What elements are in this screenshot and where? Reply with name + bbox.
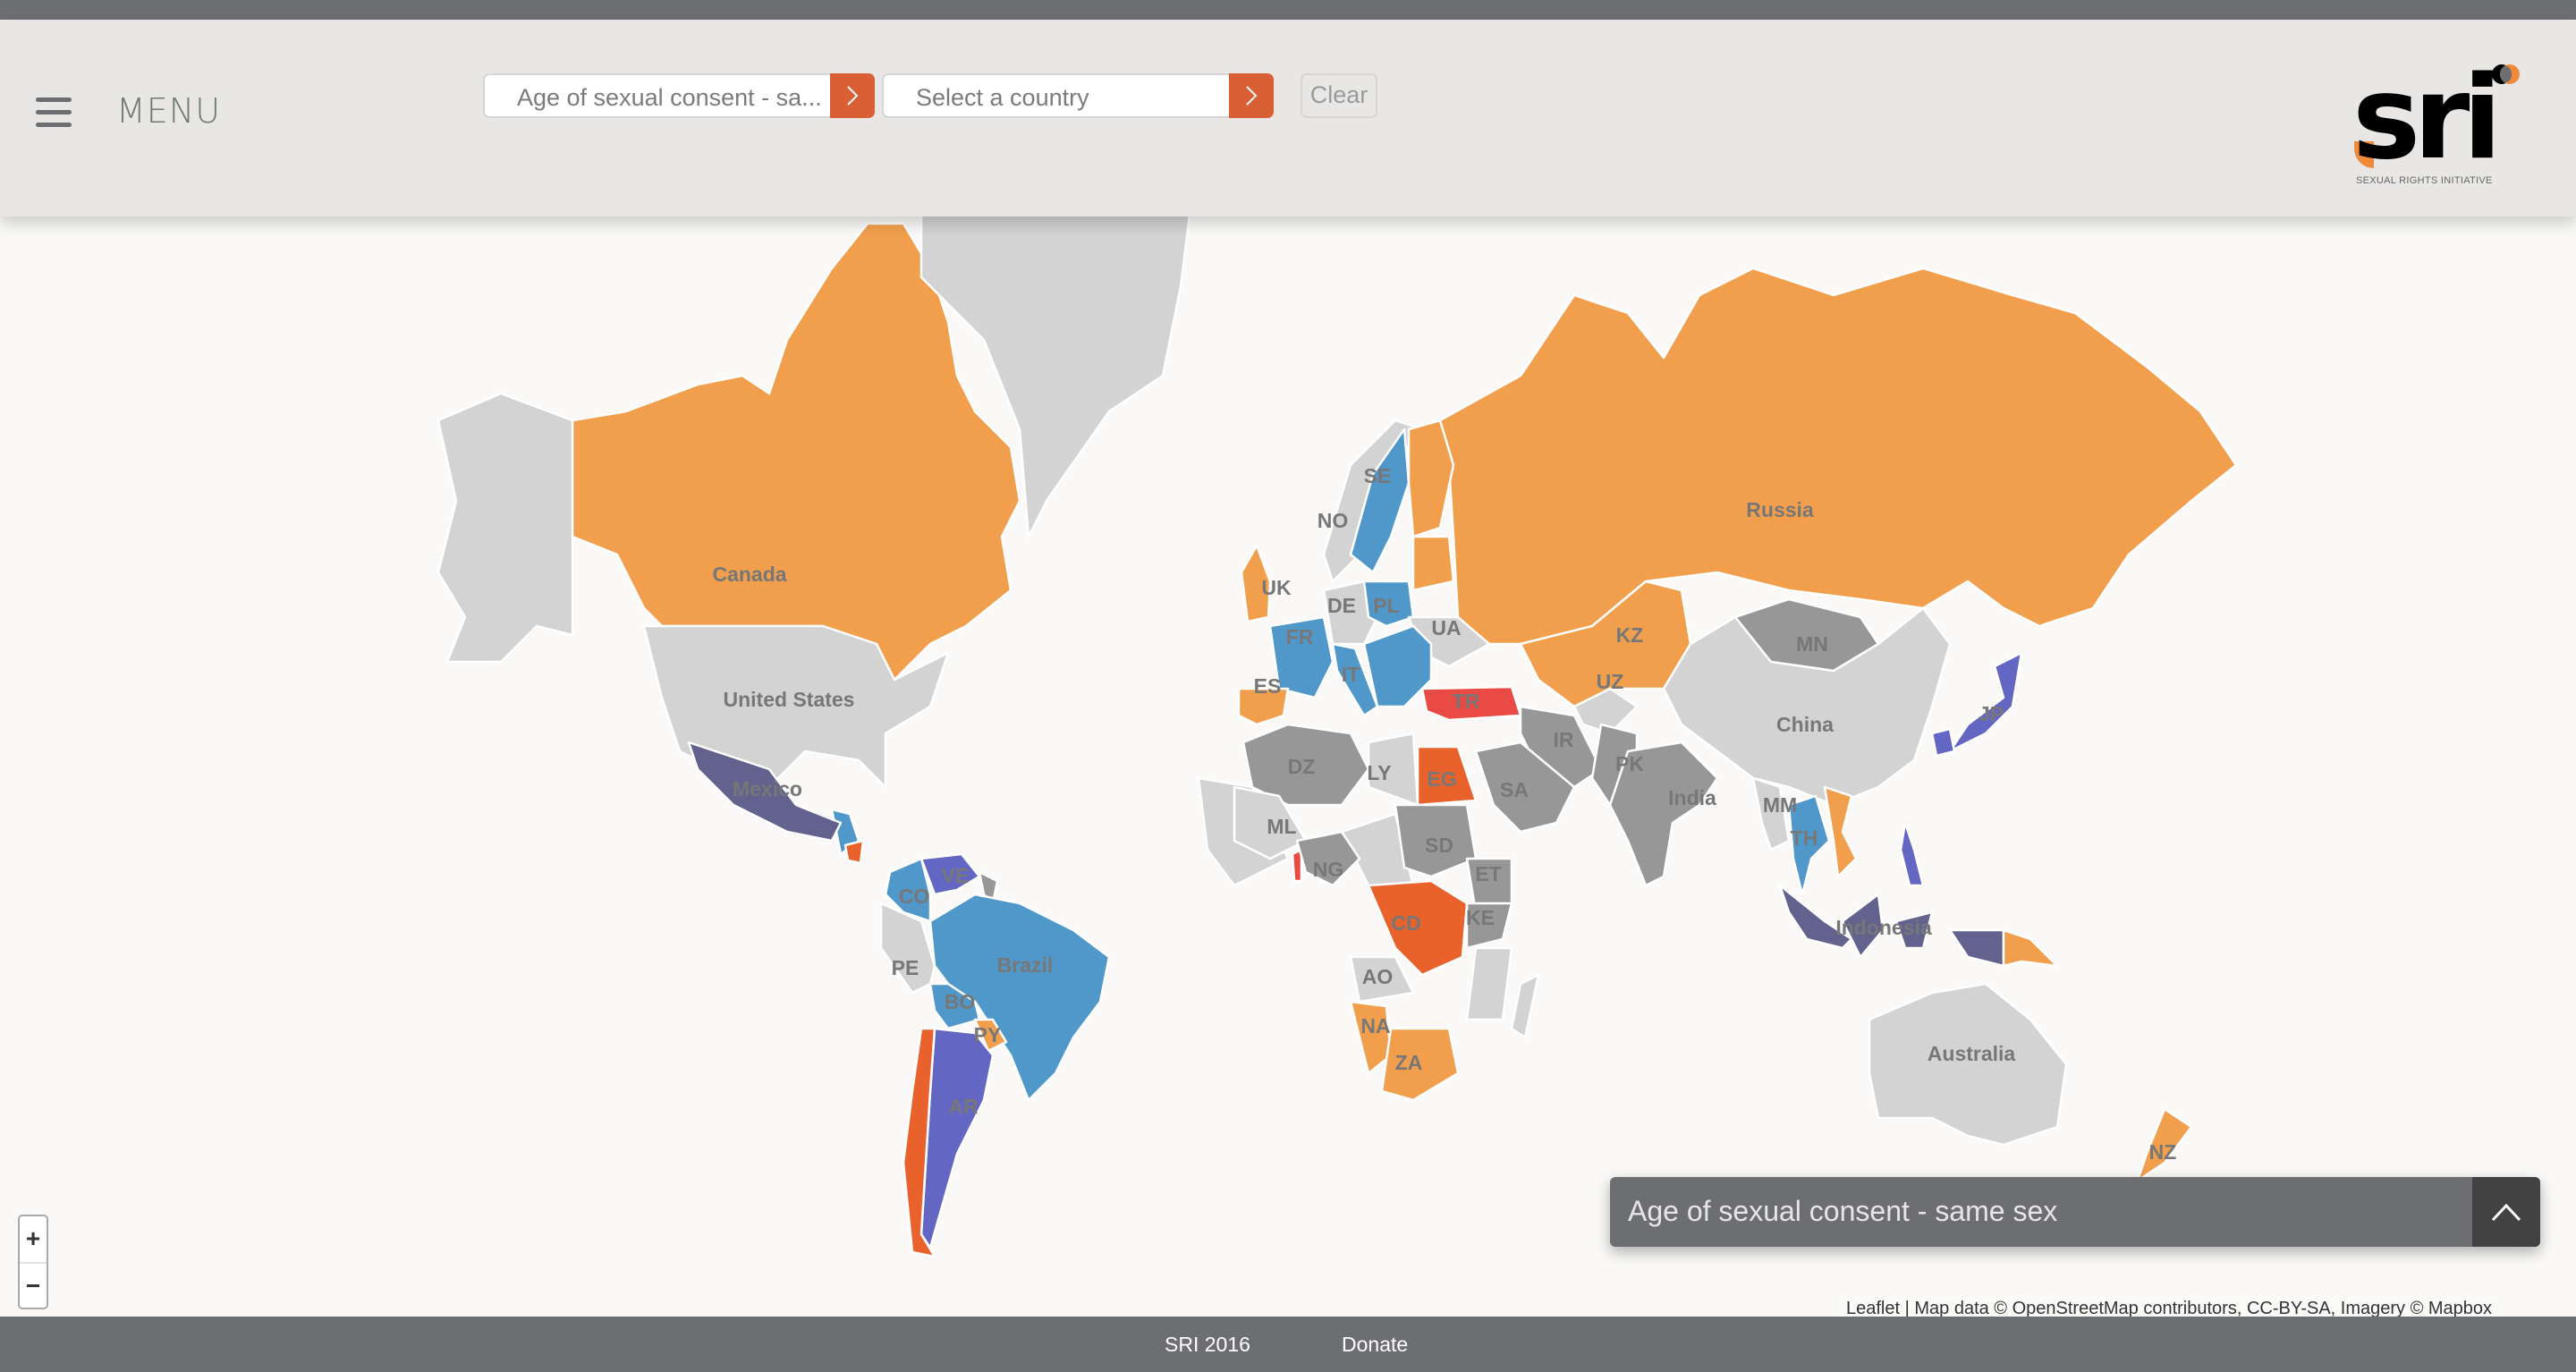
country-label: PL xyxy=(1373,594,1399,617)
country-label: JP xyxy=(1979,702,2004,725)
country-label: Canada xyxy=(712,563,786,586)
country-label: ZA xyxy=(1395,1051,1423,1074)
country-label: VE xyxy=(942,864,970,887)
country-label: EG xyxy=(1427,767,1456,791)
country-label: BO xyxy=(945,990,976,1013)
logo-wordmark: sri xyxy=(2352,52,2502,185)
country-label: Russia xyxy=(1746,498,1814,521)
zoom-control: + − xyxy=(18,1215,48,1309)
country-label: NZ xyxy=(2149,1140,2177,1164)
country-label: UZ xyxy=(1597,670,1624,693)
country-namibia[interactable] xyxy=(1349,1000,1393,1075)
country-label: CD xyxy=(1391,911,1420,935)
country-label: SD xyxy=(1425,834,1453,857)
country-label: SA xyxy=(1500,778,1529,801)
country-label: Indonesia xyxy=(1835,916,1932,939)
country-nicaragua[interactable] xyxy=(843,839,865,865)
topic-select[interactable]: Age of sexual consent - sa... xyxy=(483,73,875,118)
footer: SRI 2016 Donate xyxy=(0,1317,2576,1372)
country-label: ES xyxy=(1254,674,1282,698)
country-label: TH xyxy=(1791,826,1818,850)
country-label: PY xyxy=(974,1023,1002,1046)
country-label: NA xyxy=(1360,1014,1390,1037)
header: MENU Age of sexual consent - sa... Selec… xyxy=(0,20,2576,216)
country-label: India xyxy=(1668,786,1716,809)
country-balkans[interactable] xyxy=(1362,624,1433,708)
country-go-button[interactable] xyxy=(1229,73,1274,118)
country-png[interactable] xyxy=(2002,928,2059,968)
country-select-placeholder: Select a country xyxy=(916,84,1089,111)
country-papua[interactable] xyxy=(1948,928,2005,968)
country-label: DE xyxy=(1327,594,1356,617)
map-attribution[interactable]: Leaflet | Map data © OpenStreetMap contr… xyxy=(1841,1295,2498,1318)
country-label: Australia xyxy=(1928,1042,2016,1065)
country-label: AO xyxy=(1362,965,1394,988)
logo-dot xyxy=(2500,66,2512,82)
country-korea[interactable] xyxy=(1930,727,1956,758)
country-label: United States xyxy=(724,688,855,711)
hamburger-menu-icon[interactable] xyxy=(36,97,72,127)
country-finland-baltic[interactable] xyxy=(1411,535,1455,592)
country-label: KE xyxy=(1466,906,1495,929)
country-madagascar[interactable] xyxy=(1510,973,1540,1039)
country-label: UA xyxy=(1431,616,1461,639)
country-label: Brazil xyxy=(997,953,1054,977)
logo-tagline: SEXUAL RIGHTS INITIATIVE xyxy=(2356,175,2493,186)
country-label: IR xyxy=(1554,728,1574,751)
country-label: PK xyxy=(1615,752,1644,775)
legend-title: Age of sexual consent - same sex xyxy=(1628,1195,2058,1227)
country-label: DZ xyxy=(1288,755,1316,778)
country-philippines[interactable] xyxy=(1899,821,1925,887)
country-label: ET xyxy=(1475,862,1501,885)
sri-logo[interactable]: sri SEXUAL RIGHTS INITIATIVE xyxy=(2352,61,2520,191)
country-label: CO xyxy=(899,885,930,908)
country-vietnam[interactable] xyxy=(1823,785,1858,878)
country-label: Mexico xyxy=(733,777,802,800)
country-label: PE xyxy=(892,956,919,979)
country-label: AR xyxy=(948,1095,979,1118)
chevron-right-icon xyxy=(1246,86,1258,106)
footer-link-donate[interactable]: Donate xyxy=(1342,1333,1408,1357)
menu-button[interactable]: MENU xyxy=(116,91,221,131)
country-east-africa[interactable] xyxy=(1465,946,1513,1021)
topic-go-button[interactable] xyxy=(830,73,875,118)
footer-link-copyright[interactable]: SRI 2016 xyxy=(1165,1333,1250,1357)
country-russia[interactable] xyxy=(1438,267,2238,646)
country-alaska[interactable] xyxy=(436,392,574,664)
country-label: LY xyxy=(1367,761,1391,784)
country-label: NG xyxy=(1313,858,1344,881)
world-map[interactable]: Canada United States Mexico Russia KZ MN China… xyxy=(0,213,2576,1317)
country-label: MM xyxy=(1763,793,1797,817)
country-label: MN xyxy=(1796,632,1828,656)
country-label: UK xyxy=(1261,576,1292,599)
country-label: KZ xyxy=(1616,623,1644,647)
country-label: IT xyxy=(1342,663,1360,686)
country-label: China xyxy=(1776,713,1834,736)
country-label: TR xyxy=(1453,690,1480,713)
country-label: NO xyxy=(1318,509,1349,532)
legend-panel[interactable]: Age of sexual consent - same sex xyxy=(1610,1177,2540,1247)
country-select[interactable]: Select a country xyxy=(882,73,1274,118)
chevron-right-icon xyxy=(847,86,859,106)
country-label: FR xyxy=(1286,625,1314,648)
zoom-out-button[interactable]: − xyxy=(20,1264,47,1309)
zoom-in-button[interactable]: + xyxy=(20,1216,47,1264)
legend-toggle-button[interactable] xyxy=(2472,1177,2540,1247)
chevron-up-icon xyxy=(2491,1203,2521,1222)
country-label: ML xyxy=(1267,815,1296,838)
topic-select-value: Age of sexual consent - sa... xyxy=(517,84,821,111)
clear-button[interactable]: Clear xyxy=(1301,73,1377,118)
country-label: SE xyxy=(1364,464,1392,487)
